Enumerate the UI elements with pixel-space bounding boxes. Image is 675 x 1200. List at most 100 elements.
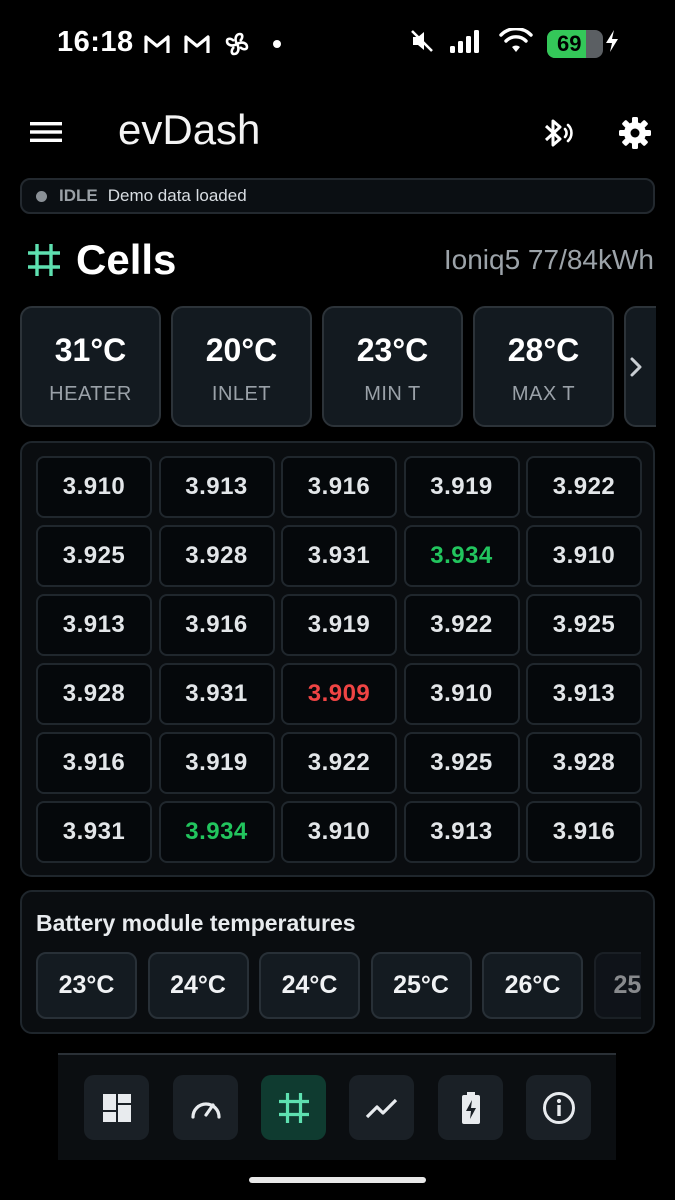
section-header: Cells Ioniq5 77/84kWh [24,236,654,288]
bluetooth-icon [544,119,573,147]
chart-line-icon [365,1098,397,1118]
grid-icon [278,1092,309,1123]
module-temps-row[interactable]: 23°C 24°C 24°C 25°C 26°C 25 [36,952,641,1020]
cell-voltage: 3.925 [403,732,520,794]
stat-value: 23°C [356,332,429,368]
module-temp-chip: 25°C [370,952,472,1019]
status-dot-icon [36,190,47,202]
stat-card-min-temp: 23°C MIN T [322,306,463,427]
app-title: evDash [118,106,261,153]
connection-status: IDLE Demo data loaded [20,178,655,214]
nav-cells[interactable] [261,1075,326,1140]
cell-voltage: 3.934 [158,801,275,863]
grid-icon [28,244,60,276]
cell-voltage: 3.931 [36,801,152,863]
cell-voltage: 3.931 [281,525,397,587]
cell-voltage: 3.916 [281,456,397,518]
cell-voltage: 3.910 [36,456,152,518]
wifi-icon [499,27,533,59]
app-bar: evDash [0,100,675,164]
nav-charts[interactable] [349,1075,414,1140]
cell-voltage: 3.922 [403,594,520,656]
clock: 16:18 [57,26,134,58]
menu-button[interactable] [26,112,66,152]
vehicle-model: Ioniq5 77/84kWh [443,244,654,275]
stat-label: INLET [211,383,272,405]
gmail-icon [143,30,171,58]
cell-voltage: 3.928 [526,732,642,794]
gear-icon [619,117,651,149]
signal-icon [449,28,485,59]
menu-icon [30,122,62,142]
notification-icons [143,30,291,58]
nav-dashboard[interactable] [84,1075,149,1140]
stats-carousel[interactable]: 31°C HEATER 20°C INLET 23°C MIN T 28°C M… [20,306,656,428]
status-message: Demo data loaded [107,186,247,205]
settings-button[interactable] [614,112,656,154]
system-icons: 69 [409,27,619,59]
cell-voltage: 3.931 [158,663,275,725]
stat-card-inlet: 20°C INLET [171,306,312,427]
module-temps-title: Battery module temperatures [36,910,356,936]
mute-icon [409,28,435,59]
stat-label: HEATER [49,383,132,405]
home-indicator[interactable] [249,1177,426,1183]
scroll-right-button[interactable] [624,352,648,382]
bluetooth-button[interactable] [535,112,577,154]
cell-voltage: 3.910 [526,525,642,587]
cell-voltage: 3.916 [158,594,275,656]
cell-voltage: 3.919 [158,732,275,794]
cell-voltage: 3.928 [158,525,275,587]
battery-indicator: 69 [547,29,603,58]
module-temp-chip: 26°C [482,952,583,1019]
stat-label: MIN T [364,383,421,405]
cell-voltage: 3.913 [36,594,152,656]
fan-icon [223,30,251,58]
battery-level: 69 [557,30,582,56]
stat-value: 31°C [54,332,127,368]
bottom-nav [58,1055,616,1160]
cell-voltage: 3.913 [526,663,642,725]
gmail-icon [183,30,211,58]
module-temp-chip: 23°C [36,952,137,1019]
stat-label: MAX T [511,383,576,405]
cell-voltage: 3.913 [403,801,520,863]
cell-voltage: 3.913 [158,456,275,518]
stat-card-heater: 31°C HEATER [20,306,161,427]
cell-voltage: 3.922 [281,732,397,794]
dashboard-icon [102,1093,131,1122]
module-temp-chip: 25 [593,952,641,1019]
dot-icon [263,30,291,58]
cell-voltage-panel: 3.910 3.913 3.916 3.919 3.922 3.925 3.928 3.931… [20,441,655,877]
module-temps-panel: Battery module temperatures 23°C 24°C 24°C… [20,890,655,1034]
status-bar: 16:18 69 [0,0,675,90]
module-temp-chip: 24°C [147,952,249,1019]
speedometer-icon [190,1101,221,1119]
nav-speedometer[interactable] [173,1075,238,1140]
cell-voltage: 3.916 [526,801,642,863]
cell-voltage: 3.925 [36,525,152,587]
nav-battery[interactable] [438,1075,503,1140]
cell-voltage: 3.909 [281,663,397,725]
cell-voltage: 3.919 [403,456,520,518]
status-state: IDLE [59,186,98,205]
cell-voltage: 3.910 [403,663,520,725]
cell-voltage: 3.919 [281,594,397,656]
page-title: Cells [76,236,177,283]
chevron-right-icon [630,357,642,377]
charging-bolt-icon [605,29,619,58]
cell-voltage: 3.916 [36,732,152,794]
cell-voltage: 3.922 [526,456,642,518]
cell-voltage: 3.934 [403,525,520,587]
cell-voltage: 3.928 [36,663,152,725]
module-temp-chip: 24°C [259,952,360,1019]
stat-card-max-temp: 28°C MAX T [473,306,614,427]
info-icon [542,1091,575,1124]
stat-value: 20°C [205,332,278,368]
cell-voltage-grid: 3.910 3.913 3.916 3.919 3.922 3.925 3.928 3.931… [36,456,642,863]
stat-value: 28°C [507,332,580,368]
battery-charging-icon [461,1091,480,1124]
nav-info[interactable] [526,1075,591,1140]
cell-voltage: 3.910 [281,801,397,863]
cell-voltage: 3.925 [526,594,642,656]
